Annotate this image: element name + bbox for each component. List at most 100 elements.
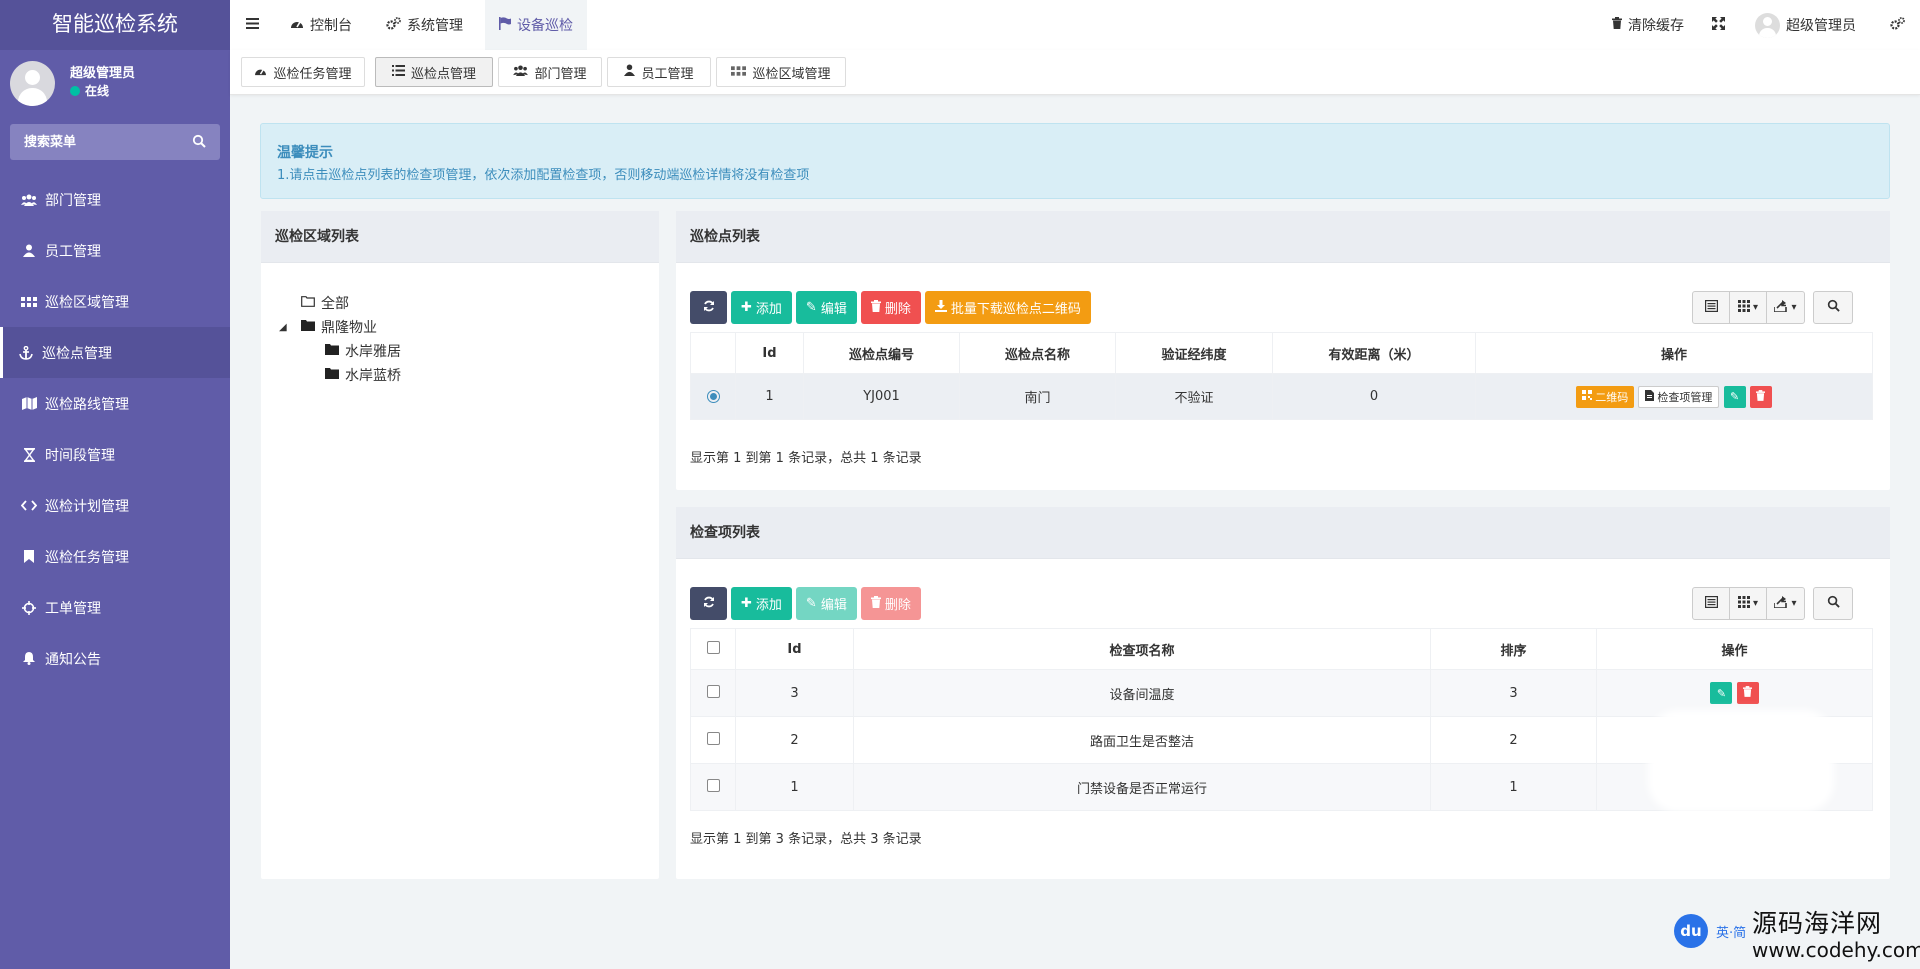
column-header: 排序 xyxy=(1430,628,1597,670)
sidebar-item-period[interactable]: 时间段管理 xyxy=(0,429,230,480)
sidebar-item-route[interactable]: 巡检路线管理 xyxy=(0,378,230,429)
select-all-checkbox[interactable] xyxy=(706,640,720,654)
delete-button[interactable]: 删除 xyxy=(860,587,921,620)
online-dot-icon xyxy=(70,85,80,96)
nav-dashboard[interactable]: 控制台 xyxy=(290,0,352,50)
cogs-icon xyxy=(386,16,401,34)
tree-expand-icon[interactable]: ◢ xyxy=(279,322,287,333)
trash-icon xyxy=(870,299,881,316)
code-cell: YJ001 xyxy=(803,373,960,420)
refresh-button[interactable] xyxy=(690,291,727,324)
pencil-icon: ✎ xyxy=(1729,390,1740,403)
table-row[interactable]: 1 YJ001 南门 不验证 0 二维码 检查项管理 ✎ xyxy=(690,373,1873,420)
row-checkbox[interactable] xyxy=(706,684,720,698)
tree-node-group[interactable]: ◢ 鼎隆物业 xyxy=(279,315,401,339)
add-button-label: 添加 xyxy=(755,302,782,317)
sidebar-item-task[interactable]: 巡检任务管理 xyxy=(0,531,230,582)
sidebar-item-department[interactable]: 部门管理 xyxy=(0,174,230,225)
clear-cache-button[interactable]: 清除缓存 xyxy=(1612,0,1684,50)
refresh-button[interactable] xyxy=(690,587,727,620)
qrcode-button-label: 二维码 xyxy=(1595,390,1629,404)
edit-button[interactable]: ✎ 编辑 xyxy=(795,291,857,324)
tree-node-child[interactable]: 水岸雅居 xyxy=(325,339,401,363)
sidebar-item-point[interactable]: 巡检点管理 xyxy=(0,327,230,378)
list-alt-icon xyxy=(1704,300,1718,315)
plus-icon: ✚ xyxy=(741,596,752,611)
sidebar-item-plan[interactable]: 巡检计划管理 xyxy=(0,480,230,531)
search-icon xyxy=(1827,299,1840,316)
toggle-view-button[interactable] xyxy=(1693,292,1730,323)
tree-node-child[interactable]: 水岸蓝桥 xyxy=(325,363,401,387)
nav-inspection[interactable]: 设备巡检 xyxy=(485,0,587,50)
row-checkbox[interactable] xyxy=(706,778,720,792)
columns-button[interactable]: ▾ xyxy=(1730,292,1767,323)
add-button[interactable]: ✚ 添加 xyxy=(731,587,792,620)
row-delete-button[interactable] xyxy=(1749,385,1772,408)
sidebar-toggle-button[interactable] xyxy=(246,0,259,50)
add-button-label: 添加 xyxy=(755,598,782,613)
pencil-icon: ✎ xyxy=(805,596,817,611)
row-delete-button[interactable] xyxy=(1736,682,1759,704)
sidebar-item-employee[interactable]: 员工管理 xyxy=(0,225,230,276)
menu-search-input[interactable] xyxy=(10,124,220,160)
navbar-user-menu[interactable]: 超级管理员 xyxy=(1755,0,1856,50)
tree-node-label: 全部 xyxy=(321,296,349,312)
delete-button[interactable]: 删除 xyxy=(860,291,921,324)
edit-button[interactable]: ✎ 编辑 xyxy=(795,587,857,620)
export-button[interactable]: ▾ xyxy=(1767,292,1804,323)
actions-cell: 二维码 检查项管理 ✎ xyxy=(1475,373,1873,420)
row-select-cell xyxy=(690,716,736,764)
sidebar-item-label: 通知公告 xyxy=(45,651,101,668)
cogs-icon xyxy=(1890,16,1905,34)
delete-button-label: 删除 xyxy=(884,598,911,613)
row-edit-button[interactable]: ✎ xyxy=(1710,682,1733,704)
brand-title[interactable]: 智能巡检系统 xyxy=(0,0,230,50)
row-radio[interactable] xyxy=(706,390,720,403)
th-icon xyxy=(1737,300,1750,315)
batch-download-label: 批量下载巡检点二维码 xyxy=(950,302,1081,317)
caret-down-icon: ▾ xyxy=(1752,302,1759,313)
watermark-badge: du 英·简 xyxy=(1674,914,1746,948)
row-checkbox[interactable] xyxy=(706,731,720,745)
id-cell: 3 xyxy=(735,669,854,717)
settings-button[interactable] xyxy=(1890,0,1905,50)
export-button[interactable]: ▾ xyxy=(1767,588,1804,619)
qrcode-button[interactable]: 二维码 xyxy=(1576,385,1635,408)
fullscreen-button[interactable] xyxy=(1712,0,1725,50)
sidebar-item-notice[interactable]: 通知公告 xyxy=(0,633,230,684)
tab-department[interactable]: 部门管理 xyxy=(498,57,602,87)
tab-task[interactable]: 巡检任务管理 xyxy=(241,57,365,87)
nav-system[interactable]: 系统管理 xyxy=(386,0,463,50)
sidebar-item-label: 员工管理 xyxy=(45,243,101,260)
avatar xyxy=(10,61,55,106)
add-button[interactable]: ✚ 添加 xyxy=(731,291,792,324)
folder-icon xyxy=(325,343,339,359)
table-search-button[interactable] xyxy=(1813,291,1853,324)
row-edit-button[interactable]: ✎ xyxy=(1723,385,1746,408)
name-cell: 门禁设备是否正常运行 xyxy=(853,763,1431,811)
check-item-panel: 检查项列表 ✚ 添加 ✎ 编辑 删除 ▾ ▾ Id 检查项名称 排序 操作 3 … xyxy=(676,507,1890,879)
file-icon xyxy=(1645,389,1655,404)
map-icon xyxy=(21,397,37,410)
tab-employee[interactable]: 员工管理 xyxy=(607,57,711,87)
tab-point[interactable]: 巡检点管理 xyxy=(375,57,493,87)
tab-area[interactable]: 巡检区域管理 xyxy=(716,57,846,87)
row-select-cell xyxy=(690,669,736,717)
point-table-tools: ▾ ▾ xyxy=(1692,291,1853,324)
folder-open-icon xyxy=(301,295,315,311)
check-item-manage-button[interactable]: 检查项管理 xyxy=(1638,385,1720,408)
export-icon xyxy=(1773,300,1788,315)
users-icon xyxy=(21,194,37,206)
anchor-icon xyxy=(18,345,34,360)
table-search-button[interactable] xyxy=(1813,587,1853,620)
toggle-view-button[interactable] xyxy=(1693,588,1730,619)
nav-inspection-label: 设备巡检 xyxy=(517,18,573,34)
sidebar-item-workorder[interactable]: 工单管理 xyxy=(0,582,230,633)
id-cell: 1 xyxy=(735,763,854,811)
sidebar-item-area[interactable]: 巡检区域管理 xyxy=(0,276,230,327)
batch-download-qrcode-button[interactable]: 批量下载巡检点二维码 xyxy=(924,291,1091,324)
columns-button[interactable]: ▾ xyxy=(1730,588,1767,619)
search-icon[interactable] xyxy=(192,134,206,152)
tree-node-all[interactable]: 全部 xyxy=(301,291,401,315)
sidebar-item-label: 巡检计划管理 xyxy=(45,498,129,515)
